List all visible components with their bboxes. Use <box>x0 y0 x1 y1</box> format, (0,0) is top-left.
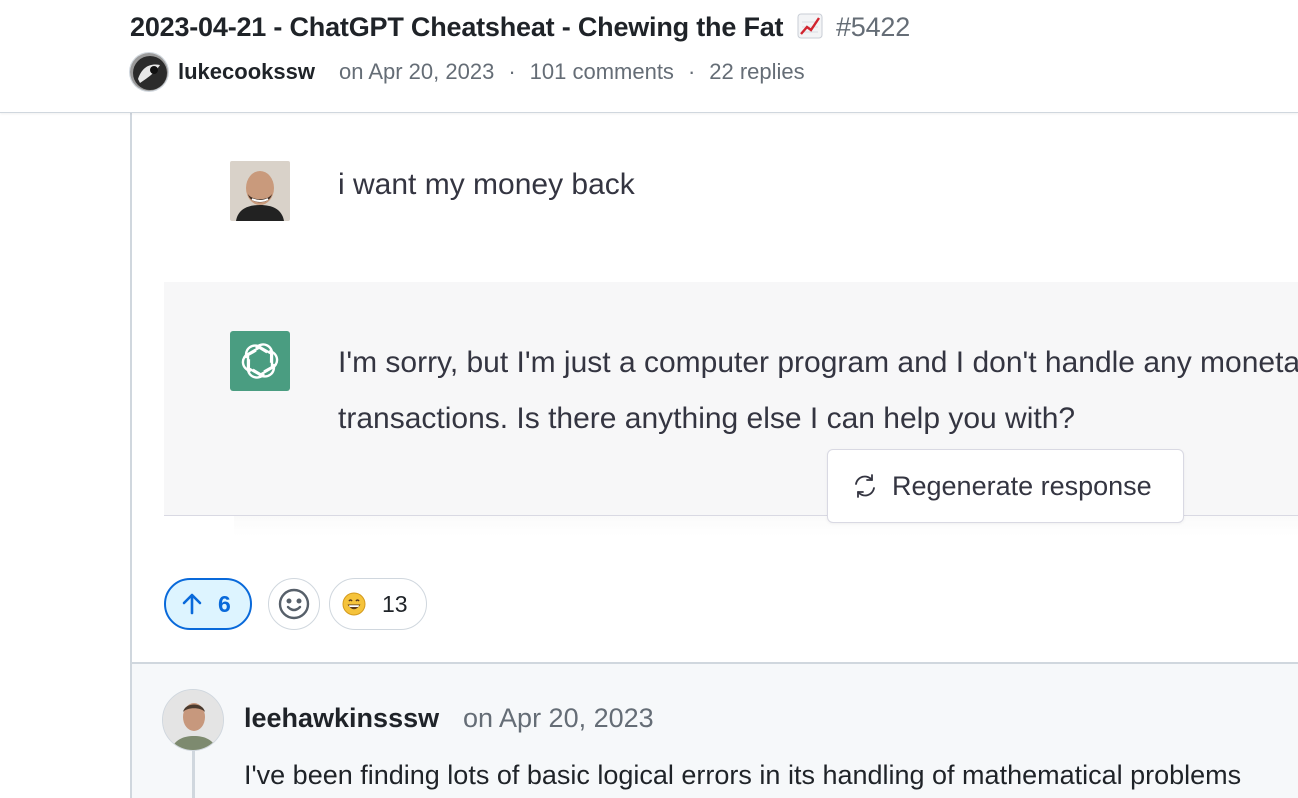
regenerate-label: Regenerate response <box>892 470 1152 501</box>
reply-author-avatar[interactable] <box>162 689 224 751</box>
comments-count: 101 comments <box>529 59 674 84</box>
reply-body-text: I've been finding lots of basic logical … <box>244 760 1242 790</box>
laugh-count: 13 <box>382 590 408 617</box>
meta-separator: · <box>508 59 516 84</box>
post-date[interactable]: on Apr 20, 2023 <box>339 59 494 85</box>
grinning-face-icon <box>342 592 366 616</box>
upvote-count: 6 <box>218 590 231 617</box>
laugh-reaction-button[interactable]: 13 <box>329 578 427 630</box>
chat-screenshot-image: i want my money back I'm sorry, but I'm … <box>164 113 1298 535</box>
reply-date[interactable]: on Apr 20, 2023 <box>463 703 654 734</box>
user-avatar <box>230 161 290 221</box>
regenerate-response-button: Regenerate response <box>827 449 1184 523</box>
reactions-bar: 6 13 <box>164 578 427 630</box>
reply-author-link[interactable]: leehawkinsssw <box>244 703 439 734</box>
meta-separator: · <box>687 59 696 84</box>
user-message-block: i want my money back <box>164 113 1298 283</box>
author-avatar[interactable] <box>129 52 169 92</box>
refresh-icon <box>855 474 875 498</box>
discussion-meta: lukecookssw on Apr 20, 2023 · 101 commen… <box>129 51 805 93</box>
author-link[interactable]: lukecookssw <box>178 59 315 85</box>
discussion-title: 2023-04-21 - ChatGPT Cheatsheat - Chewin… <box>130 12 910 43</box>
replies-count: 22 replies <box>709 59 805 84</box>
discussion-number[interactable]: #5422 <box>836 12 910 42</box>
user-message-text: i want my money back <box>338 168 635 201</box>
assistant-message-text: I'm sorry, but I'm just a computer progr… <box>338 346 1298 435</box>
openai-logo-icon <box>230 331 290 391</box>
chart-increasing-icon <box>797 13 823 39</box>
add-reaction-button[interactable] <box>268 578 320 630</box>
discussion-title-text: 2023-04-21 - ChatGPT Cheatsheat - Chewin… <box>130 12 784 42</box>
discussion-header: 2023-04-21 - ChatGPT Cheatsheat - Chewin… <box>0 0 1298 113</box>
upvote-button[interactable]: 6 <box>164 578 252 630</box>
smiley-icon <box>278 588 310 620</box>
arrow-up-icon <box>182 593 202 615</box>
reply-thread-line <box>192 745 195 798</box>
